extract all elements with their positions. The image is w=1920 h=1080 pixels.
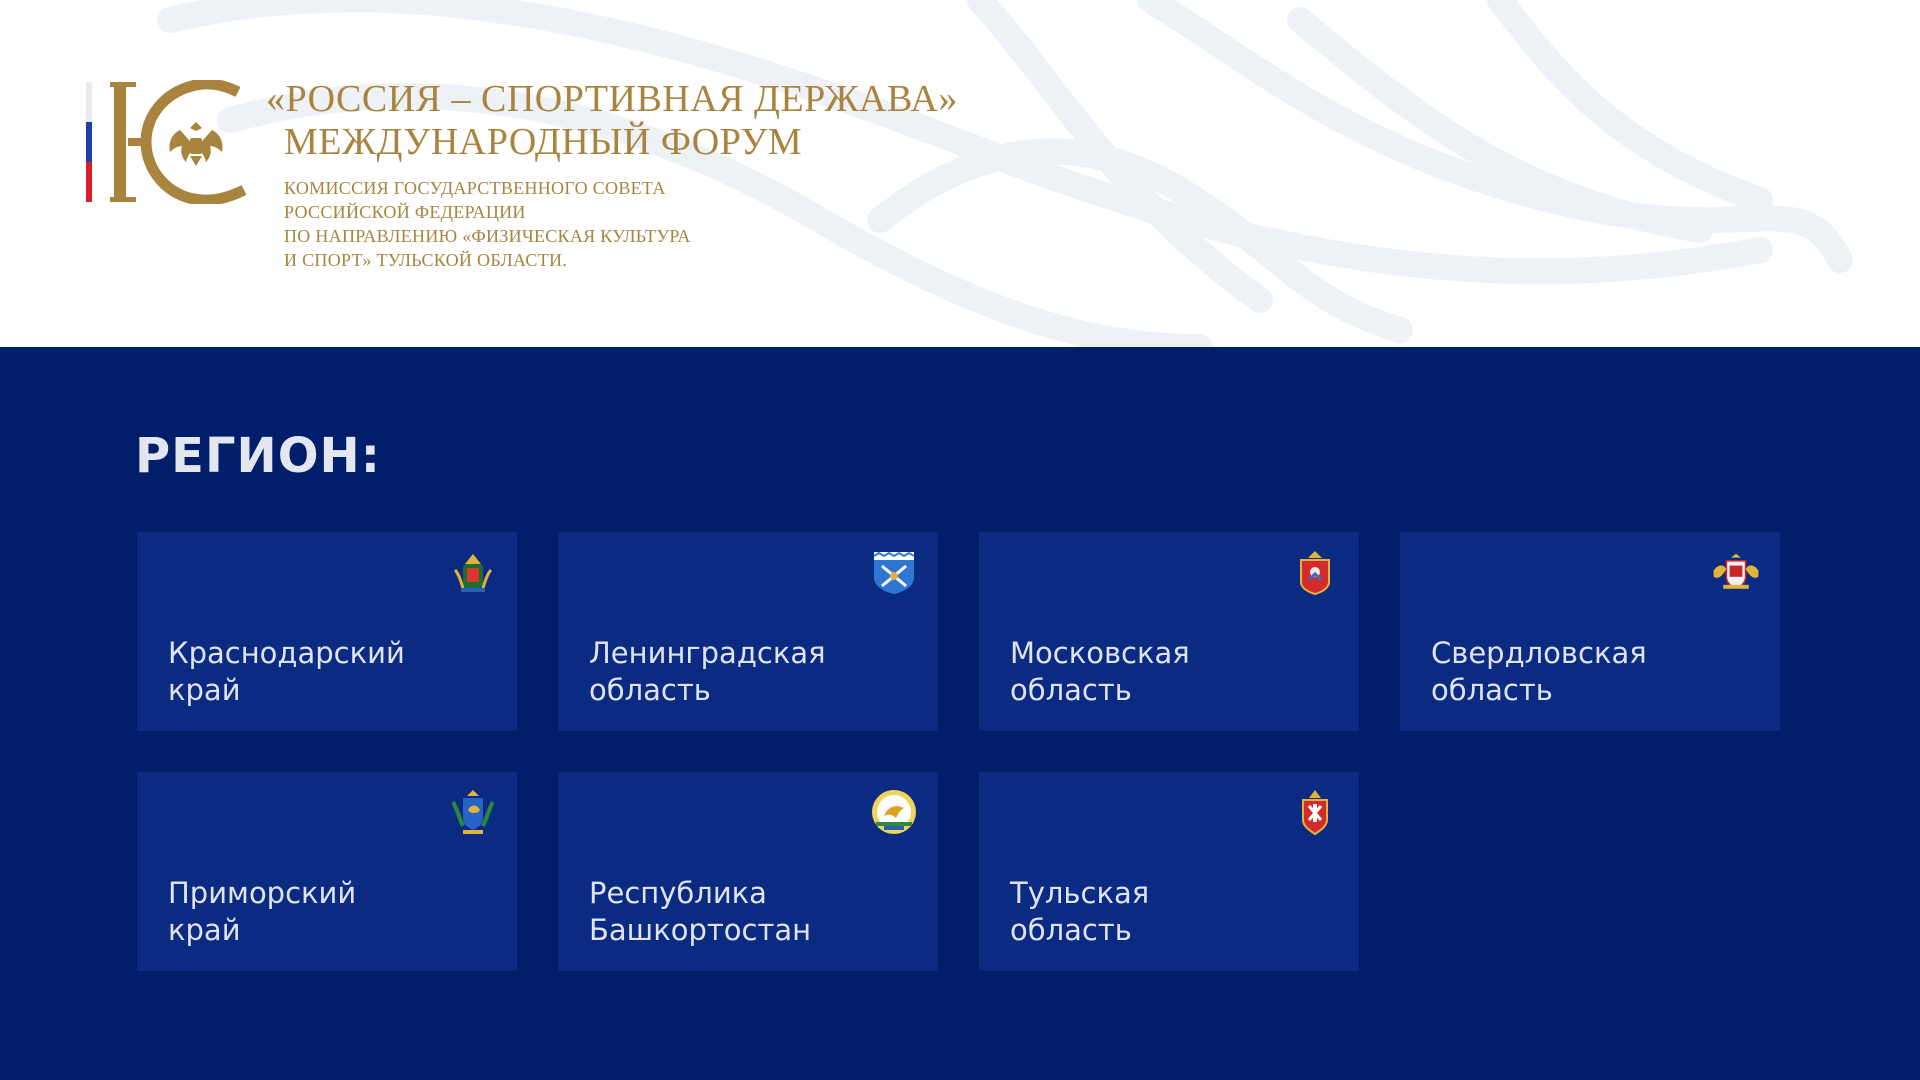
page: «РОССИЯ – СПОРТИВНАЯ ДЕРЖАВА» МЕЖДУНАРОД… [0, 0, 1920, 1080]
region-card-leningrad[interactable]: Ленинградская область [558, 532, 938, 731]
region-name-krasnodar: Краснодарский край [168, 636, 405, 707]
region-card-krasnodar[interactable]: Краснодарский край [137, 532, 517, 731]
region-name-primorsky: Приморский край [168, 876, 357, 947]
forum-title-line-2: МЕЖДУНАРОДНЫЙ ФОРУМ [284, 121, 803, 163]
moscow-oblast-coat-of-arms-icon [1300, 551, 1330, 596]
primorsky-coat-of-arms-icon [451, 790, 495, 834]
tula-coat-of-arms-icon [1302, 790, 1328, 836]
forum-title: «РОССИЯ – СПОРТИВНАЯ ДЕРЖАВА» МЕЖДУНАРОД… [266, 78, 958, 164]
region-heading: РЕГИОН: [135, 428, 381, 484]
region-name-tula: Тульская область [1010, 876, 1150, 947]
leningrad-coat-of-arms-icon [873, 551, 915, 594]
region-name-moscow-oblast: Московская область [1010, 636, 1190, 707]
region-name-sverdlovsk: Свердловская область [1431, 636, 1647, 707]
region-card-primorsky[interactable]: Приморский край [137, 772, 517, 971]
forum-title-line-1: «РОССИЯ – СПОРТИВНАЯ ДЕРЖАВА» [266, 78, 958, 120]
region-card-bashkortostan[interactable]: Республика Башкортостан [558, 772, 938, 971]
commission-line-3: ПО НАПРАВЛЕНИЮ «ФИЗИЧЕСКАЯ КУЛЬТУРА [284, 226, 691, 246]
bashkortostan-coat-of-arms-icon [872, 790, 916, 834]
region-card-sverdlovsk[interactable]: Свердловская область [1400, 532, 1780, 731]
forum-header: «РОССИЯ – СПОРТИВНАЯ ДЕРЖАВА» МЕЖДУНАРОД… [0, 0, 1920, 347]
commission-line-1: КОМИССИЯ ГОСУДАРСТВЕННОГО СОВЕТА [284, 178, 666, 198]
forum-logo-emblem-icon [110, 80, 247, 204]
sverdlovsk-coat-of-arms-icon [1713, 553, 1759, 589]
commission-line-4: И СПОРТ» ТУЛЬСКОЙ ОБЛАСТИ. [284, 250, 568, 270]
watermark-pattern [157, 0, 1853, 347]
commission-line-2: РОССИЙСКОЙ ФЕДЕРАЦИИ [284, 202, 526, 222]
region-name-bashkortostan: Республика Башкортостан [589, 876, 812, 947]
russian-flag-stripe [86, 82, 92, 202]
region-card-tula[interactable]: Тульская область [979, 772, 1359, 971]
krasnodar-coat-of-arms-icon [453, 554, 493, 592]
commission-subtitle: КОМИССИЯ ГОСУДАРСТВЕННОГО СОВЕТА РОССИЙС… [284, 176, 691, 272]
region-name-leningrad: Ленинградская область [589, 636, 826, 707]
region-card-moscow-oblast[interactable]: Московская область [979, 532, 1359, 731]
